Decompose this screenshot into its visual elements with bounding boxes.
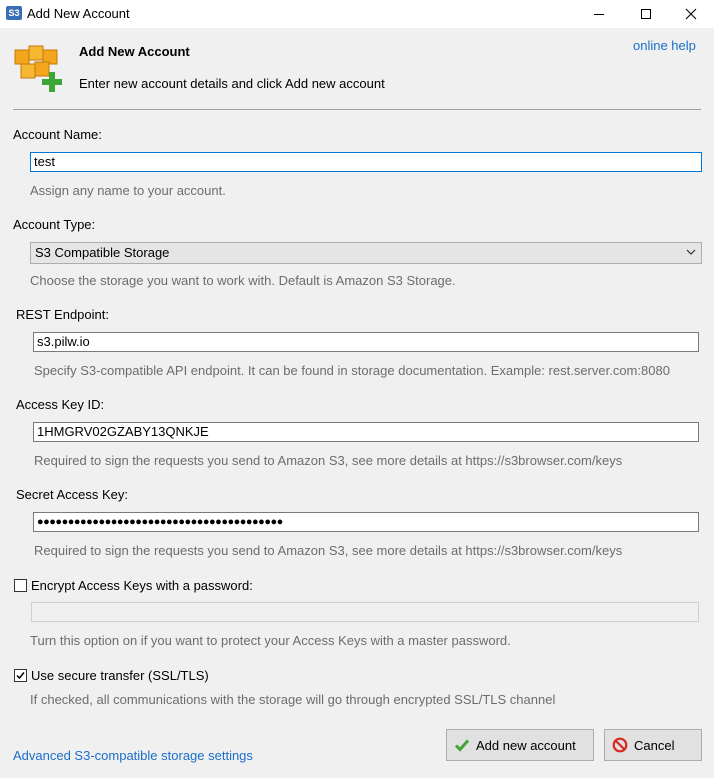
app-icon: S3	[6, 6, 22, 20]
online-help-link[interactable]: online help	[633, 38, 696, 53]
window-title: Add New Account	[27, 6, 130, 21]
cancel-button[interactable]: Cancel	[604, 729, 702, 761]
secure-transfer-hint: If checked, all communications with the …	[30, 692, 556, 707]
encrypt-password-input[interactable]	[31, 602, 699, 622]
access-key-id-input[interactable]: 1HMGRV02GZABY13QNKJE	[33, 422, 699, 442]
cancel-button-label: Cancel	[634, 737, 675, 753]
rest-endpoint-input[interactable]: s3.pilw.io	[33, 332, 699, 352]
rest-endpoint-hint: Specify S3-compatible API endpoint. It c…	[34, 363, 670, 378]
title-bar: S3 Add New Account	[0, 0, 714, 28]
secure-transfer-checkbox[interactable]	[14, 669, 27, 682]
encrypt-keys-checkbox[interactable]	[14, 579, 27, 592]
boxes-plus-icon	[14, 45, 62, 92]
header-title: Add New Account	[79, 44, 190, 59]
account-name-input[interactable]: test	[30, 152, 702, 172]
account-name-hint: Assign any name to your account.	[30, 183, 226, 198]
account-type-select[interactable]: S3 Compatible Storage	[30, 242, 702, 264]
header-subtitle: Enter new account details and click Add …	[79, 76, 385, 91]
account-type-value: S3 Compatible Storage	[35, 245, 170, 260]
account-name-label: Account Name:	[13, 127, 102, 142]
encrypt-keys-label[interactable]: Encrypt Access Keys with a password:	[31, 578, 253, 593]
account-type-label: Account Type:	[13, 217, 96, 232]
minimize-icon	[594, 14, 604, 15]
maximize-button[interactable]	[623, 0, 669, 28]
rest-endpoint-label: REST Endpoint:	[16, 307, 109, 322]
checkmark-icon	[16, 672, 25, 680]
advanced-settings-link[interactable]: Advanced S3-compatible storage settings	[13, 748, 253, 763]
secure-transfer-label[interactable]: Use secure transfer (SSL/TLS)	[31, 668, 209, 683]
encrypt-keys-hint: Turn this option on if you want to prote…	[30, 633, 511, 648]
add-account-button[interactable]: Add new account	[446, 729, 594, 761]
secret-access-key-input[interactable]: ●●●●●●●●●●●●●●●●●●●●●●●●●●●●●●●●●●●●●●●●	[33, 512, 699, 532]
access-key-id-hint: Required to sign the requests you send t…	[34, 453, 623, 468]
add-account-button-label: Add new account	[476, 737, 576, 753]
account-type-hint: Choose the storage you want to work with…	[30, 273, 456, 288]
maximize-icon	[641, 9, 651, 19]
minimize-button[interactable]	[576, 0, 622, 28]
secret-access-key-hint: Required to sign the requests you send t…	[34, 543, 623, 558]
close-button[interactable]	[668, 0, 714, 28]
checkmark-icon	[454, 739, 470, 752]
access-key-id-label: Access Key ID:	[16, 397, 105, 412]
close-icon	[685, 8, 697, 20]
header-divider	[13, 109, 701, 110]
prohibited-icon	[612, 737, 628, 753]
chevron-down-icon	[686, 249, 696, 255]
secret-access-key-label: Secret Access Key:	[16, 487, 128, 502]
